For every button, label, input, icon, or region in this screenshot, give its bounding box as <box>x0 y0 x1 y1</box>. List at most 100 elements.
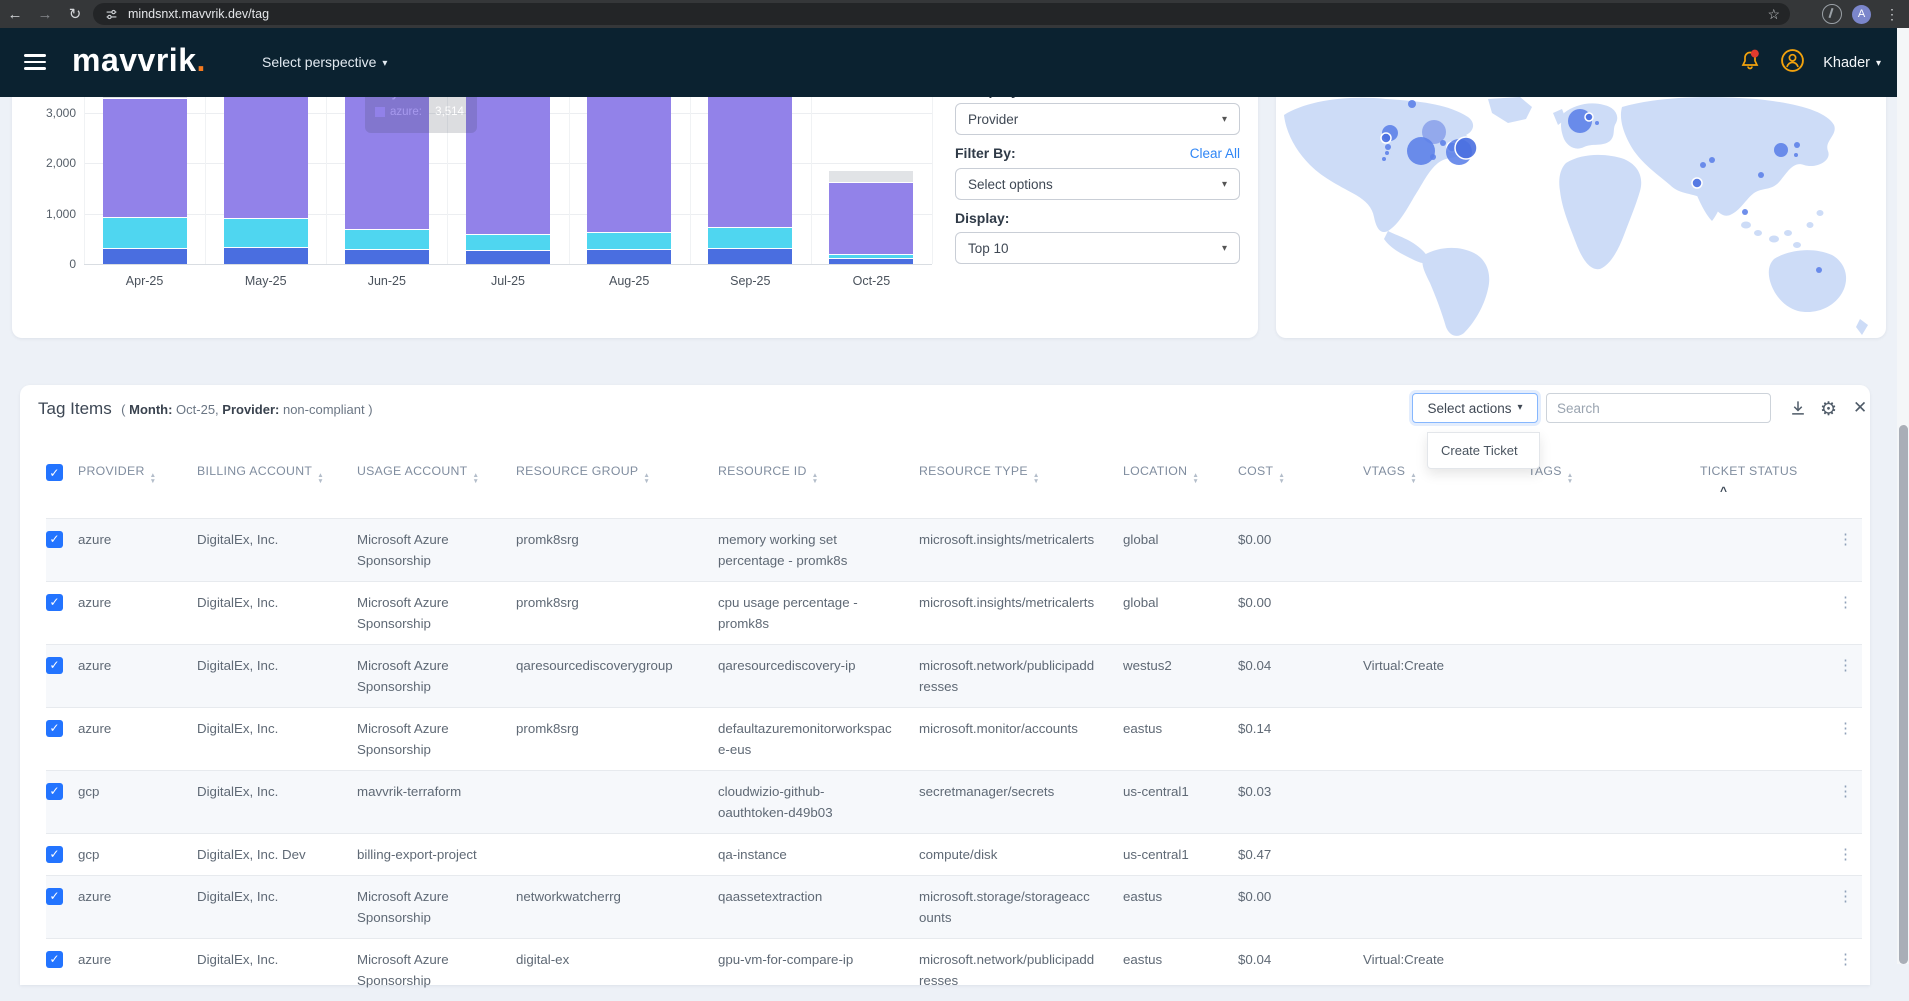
row-menu-icon[interactable]: ⋮ <box>1838 531 1853 548</box>
hamburger-menu-icon[interactable] <box>24 54 46 74</box>
sort-icon[interactable]: ▲▼ <box>1033 473 1040 484</box>
column-header-ticket_status[interactable]: TICKET STATUS^ <box>1700 448 1838 519</box>
select-all-checkbox[interactable]: ✓ <box>46 464 63 481</box>
bar-Jul-25[interactable] <box>466 88 550 264</box>
column-header-billing_account[interactable]: BILLING ACCOUNT▲▼ <box>197 448 357 519</box>
row-checkbox[interactable]: ✓ <box>46 531 63 548</box>
map-bubble[interactable] <box>1585 113 1593 121</box>
map-bubble[interactable] <box>1382 157 1386 161</box>
back-icon[interactable]: ← <box>0 6 30 23</box>
row-checkbox[interactable]: ✓ <box>46 846 63 863</box>
row-menu-icon[interactable]: ⋮ <box>1838 846 1853 863</box>
select-all-header[interactable]: ✓ <box>46 448 78 519</box>
bar-segment-segment-blue-Sep-25[interactable] <box>708 249 792 264</box>
column-header-resource_type[interactable]: RESOURCE TYPE▲▼ <box>919 448 1123 519</box>
bar-segment-segment-blue-Jun-25[interactable] <box>345 250 429 264</box>
search-input[interactable] <box>1546 393 1771 423</box>
forward-icon[interactable]: → <box>30 6 60 23</box>
settings-gear-icon[interactable]: ⚙ <box>1820 398 1837 421</box>
row-checkbox[interactable]: ✓ <box>46 951 63 968</box>
map-bubble[interactable] <box>1407 137 1435 165</box>
map-bubble[interactable] <box>1385 151 1389 155</box>
sort-icon[interactable]: ▲▼ <box>1192 473 1199 484</box>
bar-segment-azure-Jul-25[interactable] <box>466 88 550 235</box>
map-bubble[interactable] <box>1709 157 1715 163</box>
group-by-select[interactable]: Provider <box>955 103 1240 135</box>
sort-icon[interactable]: ▲▼ <box>1410 473 1417 484</box>
column-header-usage_account[interactable]: USAGE ACCOUNT▲▼ <box>357 448 516 519</box>
filter-options-select[interactable]: Select options <box>955 168 1240 200</box>
column-header-tags[interactable]: TAGS▲▼ <box>1528 448 1700 519</box>
column-header-cost[interactable]: COST▲▼ <box>1238 448 1363 519</box>
column-header-location[interactable]: LOCATION▲▼ <box>1123 448 1238 519</box>
bar-segment-segment-blue-Aug-25[interactable] <box>587 250 671 264</box>
bar-segment-azure-Aug-25[interactable] <box>587 89 671 234</box>
row-checkbox[interactable]: ✓ <box>46 594 63 611</box>
sort-asc-icon[interactable]: ^ <box>1720 484 1828 498</box>
row-checkbox[interactable]: ✓ <box>46 720 63 737</box>
column-header-resource_group[interactable]: RESOURCE GROUP▲▼ <box>516 448 718 519</box>
row-checkbox[interactable]: ✓ <box>46 888 63 905</box>
address-bar[interactable]: mindsnxt.mavvrik.dev/tag ☆ <box>93 3 1790 25</box>
bar-segment-segment-cyan-Jun-25[interactable] <box>345 230 429 250</box>
bar-segment-azure-Oct-25[interactable] <box>829 183 913 255</box>
row-menu-icon[interactable]: ⋮ <box>1838 657 1853 674</box>
browser-profile-avatar[interactable]: A <box>1852 5 1871 24</box>
site-settings-icon[interactable] <box>105 8 118 21</box>
app-logo[interactable]: mavvrik. <box>72 42 206 79</box>
user-menu[interactable]: Khader <box>1823 55 1881 71</box>
map-bubble[interactable] <box>1700 162 1706 168</box>
menu-item-create-ticket[interactable]: Create Ticket <box>1428 433 1539 468</box>
bar-Sep-25[interactable] <box>708 89 792 264</box>
bar-segment-segment-cyan-May-25[interactable] <box>224 219 308 248</box>
browser-menu-icon[interactable]: ⋮ <box>1881 6 1903 23</box>
bar-Aug-25[interactable] <box>587 89 671 264</box>
map-bubble[interactable] <box>1408 100 1416 108</box>
sort-icon[interactable]: ▲▼ <box>812 473 819 484</box>
map-bubble[interactable] <box>1455 137 1477 159</box>
bar-segment-segment-blue-Oct-25[interactable] <box>829 259 913 264</box>
row-checkbox[interactable]: ✓ <box>46 783 63 800</box>
bar-segment-segment-gray-Oct-25[interactable] <box>829 171 913 183</box>
row-checkbox[interactable]: ✓ <box>46 657 63 674</box>
column-header-resource_id[interactable]: RESOURCE ID▲▼ <box>718 448 919 519</box>
map-bubble[interactable] <box>1774 143 1788 157</box>
bar-Oct-25[interactable] <box>829 171 913 264</box>
download-icon[interactable] <box>1788 398 1808 423</box>
sort-icon[interactable]: ▲▼ <box>643 473 650 484</box>
map-bubble[interactable] <box>1758 172 1764 178</box>
map-bubble[interactable] <box>1381 133 1391 143</box>
menu-header[interactable] <box>1838 448 1862 519</box>
bar-segment-segment-cyan-Apr-25[interactable] <box>103 218 187 249</box>
bar-segment-segment-blue-Apr-25[interactable] <box>103 249 187 264</box>
bookmark-star-icon[interactable]: ☆ <box>1767 6 1780 23</box>
bar-segment-segment-blue-Jul-25[interactable] <box>466 251 550 264</box>
map-bubble[interactable] <box>1794 142 1800 148</box>
map-bubble[interactable] <box>1440 140 1446 146</box>
map-bubble[interactable] <box>1595 121 1599 125</box>
close-panel-icon[interactable]: ✕ <box>1853 398 1867 418</box>
scrollbar-thumb[interactable] <box>1899 425 1908 964</box>
select-actions-button[interactable]: Select actions <box>1412 393 1538 423</box>
sort-icon[interactable]: ▲▼ <box>1567 473 1574 484</box>
sort-icon[interactable]: ▲▼ <box>150 473 157 484</box>
row-menu-icon[interactable]: ⋮ <box>1838 594 1853 611</box>
bar-segment-segment-cyan-Jul-25[interactable] <box>466 235 550 251</box>
map-bubble[interactable] <box>1794 153 1798 157</box>
bar-segment-segment-blue-May-25[interactable] <box>224 248 308 264</box>
user-profile-icon[interactable] <box>1780 48 1805 78</box>
row-menu-icon[interactable]: ⋮ <box>1838 888 1853 905</box>
select-perspective-dropdown[interactable]: Select perspective <box>262 54 387 70</box>
sort-icon[interactable]: ▲▼ <box>317 473 324 484</box>
map-bubble[interactable] <box>1742 209 1748 215</box>
bar-segment-segment-cyan-Aug-25[interactable] <box>587 233 671 250</box>
notification-bell-icon[interactable] <box>1738 48 1762 77</box>
clear-all-link[interactable]: Clear All <box>1190 146 1240 161</box>
map-bubble[interactable] <box>1430 154 1436 160</box>
row-menu-icon[interactable]: ⋮ <box>1838 951 1853 968</box>
map-bubble[interactable] <box>1385 144 1391 150</box>
sort-icon[interactable]: ▲▼ <box>473 473 480 484</box>
extension-icon[interactable] <box>1822 4 1842 24</box>
bar-segment-segment-cyan-Sep-25[interactable] <box>708 228 792 249</box>
row-menu-icon[interactable]: ⋮ <box>1838 720 1853 737</box>
